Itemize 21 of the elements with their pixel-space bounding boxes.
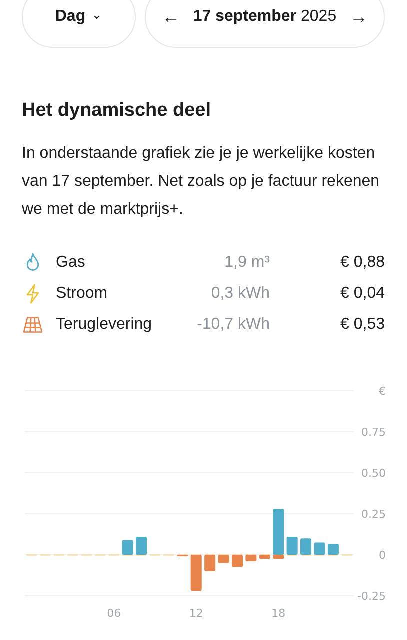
- x-axis-label: 12: [189, 607, 204, 620]
- y-axis-label: 0.25: [362, 508, 386, 521]
- usage-amount: 0,3 kWh: [210, 284, 270, 302]
- cost-amount: € 0,04: [340, 284, 385, 302]
- y-axis-label: -0.25: [358, 590, 386, 603]
- x-axis-label: 06: [107, 607, 122, 620]
- energy-label: Teruglevering: [56, 316, 154, 334]
- y-axis-label: 0: [379, 549, 386, 562]
- usage-amount: 1,9 m³: [224, 254, 270, 272]
- energy-label: Stroom: [56, 284, 109, 302]
- y-axis-label: 0.75: [362, 426, 386, 439]
- energy-label: Gas: [56, 254, 86, 272]
- usage-amount: -10,7 kWh: [196, 316, 270, 334]
- cost-amount: € 0,88: [340, 254, 385, 272]
- section-title: Het dynamische deel: [22, 100, 212, 122]
- y-axis-title: €: [379, 385, 386, 398]
- cost-amount: € 0,53: [340, 316, 385, 334]
- y-axis-label: 0.50: [362, 467, 386, 480]
- x-axis-label: 18: [272, 607, 286, 620]
- date-label: 17 september 2025: [193, 8, 337, 26]
- section-description: In onderstaande grafiek zie je je werkelijke kosten van 17 september. Net zoals op je factuur rekenen we met de marktprijs+.: [22, 144, 381, 220]
